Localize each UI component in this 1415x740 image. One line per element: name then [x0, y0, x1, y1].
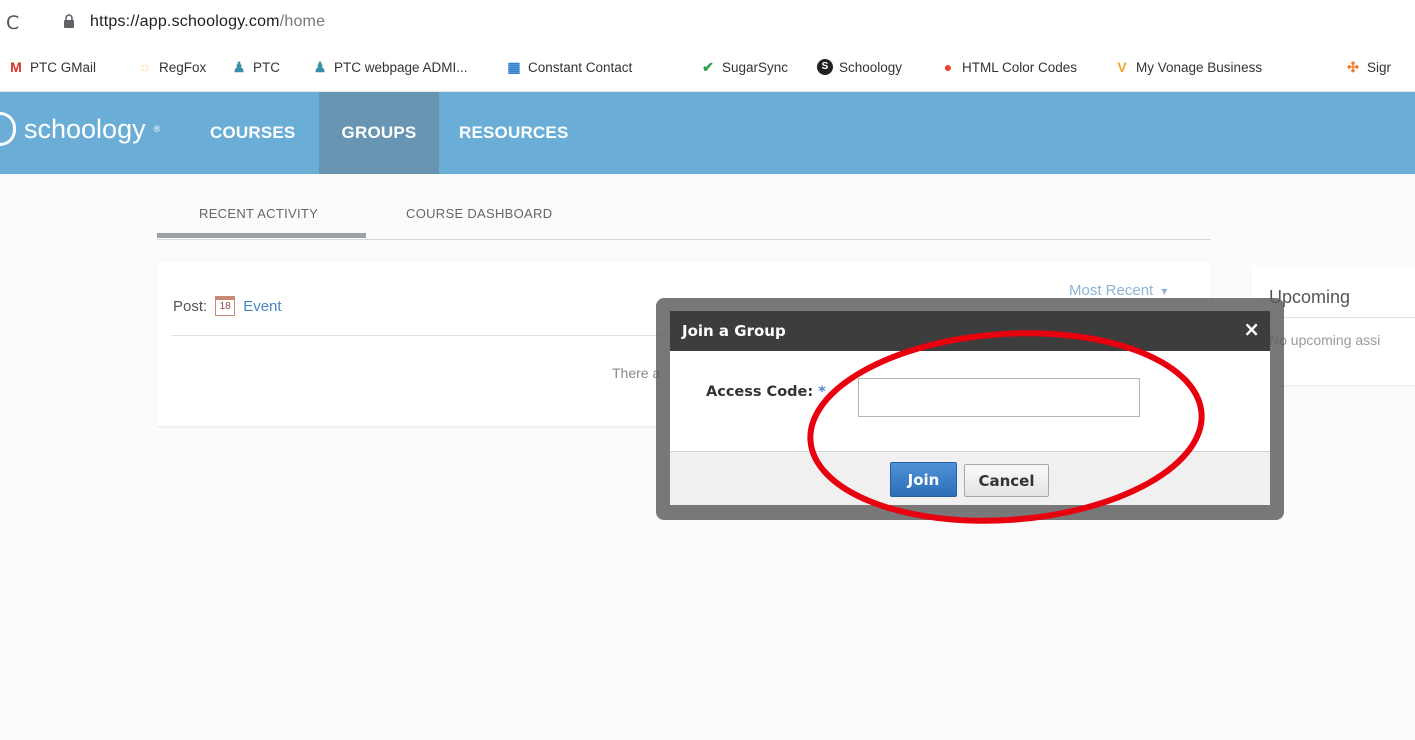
hubspot-icon: ✣: [1347, 59, 1359, 75]
chevron-down-icon: ▾: [1161, 284, 1168, 298]
access-code-label-text: Access Code:: [706, 384, 814, 400]
vonage-icon: V: [1117, 59, 1127, 75]
constant-contact-icon: ▦: [507, 59, 521, 75]
bookmark-label: PTC webpage ADMI...: [334, 59, 468, 75]
bookmark-label: RegFox: [159, 59, 207, 75]
access-code-input[interactable]: [858, 378, 1140, 417]
url-host: https://app.schoology.com: [90, 13, 280, 30]
logo-text: schoology: [24, 113, 146, 144]
ptc-icon: ♟: [313, 59, 327, 75]
modal-overlay-frame: Join a Group × Access Code: * Join Cance…: [656, 298, 1284, 520]
post-event-link[interactable]: Event: [243, 298, 281, 315]
join-button[interactable]: Join: [890, 462, 957, 497]
bookmark-label: Constant Contact: [528, 59, 633, 75]
nav-groups[interactable]: GROUPS: [319, 92, 439, 174]
tab-course-dashboard[interactable]: COURSE DASHBOARD: [406, 206, 552, 221]
browser-url-bar: C https://app.schoology.com/home: [0, 0, 1415, 44]
bookmarks-bar: M PTC GMail ◌ RegFox ♟ PTC ♟ PTC webpage…: [0, 44, 1415, 92]
cancel-button[interactable]: Cancel: [964, 464, 1049, 497]
url-path: /home: [279, 13, 326, 30]
bookmark-constant-contact[interactable]: ▦ Constant Contact: [506, 59, 632, 75]
close-icon[interactable]: ×: [1243, 317, 1260, 341]
reload-icon[interactable]: C: [6, 12, 19, 34]
bookmark-regfox[interactable]: ◌ RegFox: [137, 59, 206, 75]
nav-resources[interactable]: RESOURCES: [439, 92, 589, 174]
lock-icon: [64, 14, 74, 28]
bookmark-schoology[interactable]: S Schoology: [817, 59, 902, 75]
dialog-title: Join a Group: [682, 322, 786, 340]
upcoming-empty-message: No upcoming assi: [1269, 332, 1381, 348]
address-field[interactable]: https://app.schoology.com/home: [90, 13, 325, 31]
feed-empty-message: There a: [612, 365, 661, 381]
active-tab-indicator: [157, 233, 366, 238]
bookmark-label: Schoology: [839, 59, 903, 75]
dialog-footer: Join Cancel: [670, 451, 1270, 505]
gmail-icon: M: [10, 59, 22, 75]
bookmark-label: PTC GMail: [30, 59, 97, 75]
bookmark-label: Sigr: [1367, 59, 1392, 75]
bookmark-label: SugarSync: [722, 59, 789, 75]
nav-courses[interactable]: COURSES: [190, 92, 315, 174]
html-color-codes-icon: ●: [943, 59, 953, 75]
bookmark-label: HTML Color Codes: [962, 59, 1078, 75]
bookmark-ptc-webpage-admin[interactable]: ♟ PTC webpage ADMI...: [312, 59, 468, 75]
sort-label: Most Recent: [1069, 282, 1154, 299]
bookmark-sign[interactable]: ✣ Sigr: [1345, 59, 1391, 75]
bookmark-my-vonage-business[interactable]: V My Vonage Business: [1114, 59, 1262, 75]
logo-trademark: ®: [153, 124, 161, 134]
schoology-logo[interactable]: schoology ®: [0, 112, 160, 146]
required-marker: *: [818, 384, 826, 400]
bookmark-sugarsync[interactable]: ✔ SugarSync: [700, 59, 788, 75]
post-label: Post:: [173, 297, 208, 315]
bookmark-ptc[interactable]: ♟ PTC: [231, 59, 280, 75]
calendar-icon: 18: [215, 296, 236, 316]
access-code-label: Access Code: *: [706, 384, 826, 400]
home-tabs: RECENT ACTIVITY COURSE DASHBOARD: [157, 200, 1211, 240]
ptc-icon: ♟: [232, 59, 246, 75]
schoology-icon: S: [817, 59, 833, 75]
bookmark-label: PTC: [253, 59, 280, 75]
bookmark-label: My Vonage Business: [1136, 59, 1263, 75]
dialog-titlebar: Join a Group ×: [670, 311, 1270, 351]
regfox-icon: ◌: [140, 59, 150, 75]
app-header: schoology ® COURSES GROUPS RESOURCES: [0, 92, 1415, 174]
tab-recent-activity[interactable]: RECENT ACTIVITY: [199, 206, 318, 221]
schoology-logo-mark-icon: [0, 112, 16, 146]
join-group-dialog: Join a Group × Access Code: * Join Cance…: [670, 311, 1270, 505]
bookmark-html-color-codes[interactable]: ● HTML Color Codes: [940, 59, 1077, 75]
post-bar: Post: 18 Event: [173, 296, 282, 316]
sort-dropdown[interactable]: Most Recent ▾: [1069, 282, 1167, 299]
sugarsync-icon: ✔: [702, 59, 714, 75]
bookmark-ptc-gmail[interactable]: M PTC GMail: [8, 59, 96, 75]
